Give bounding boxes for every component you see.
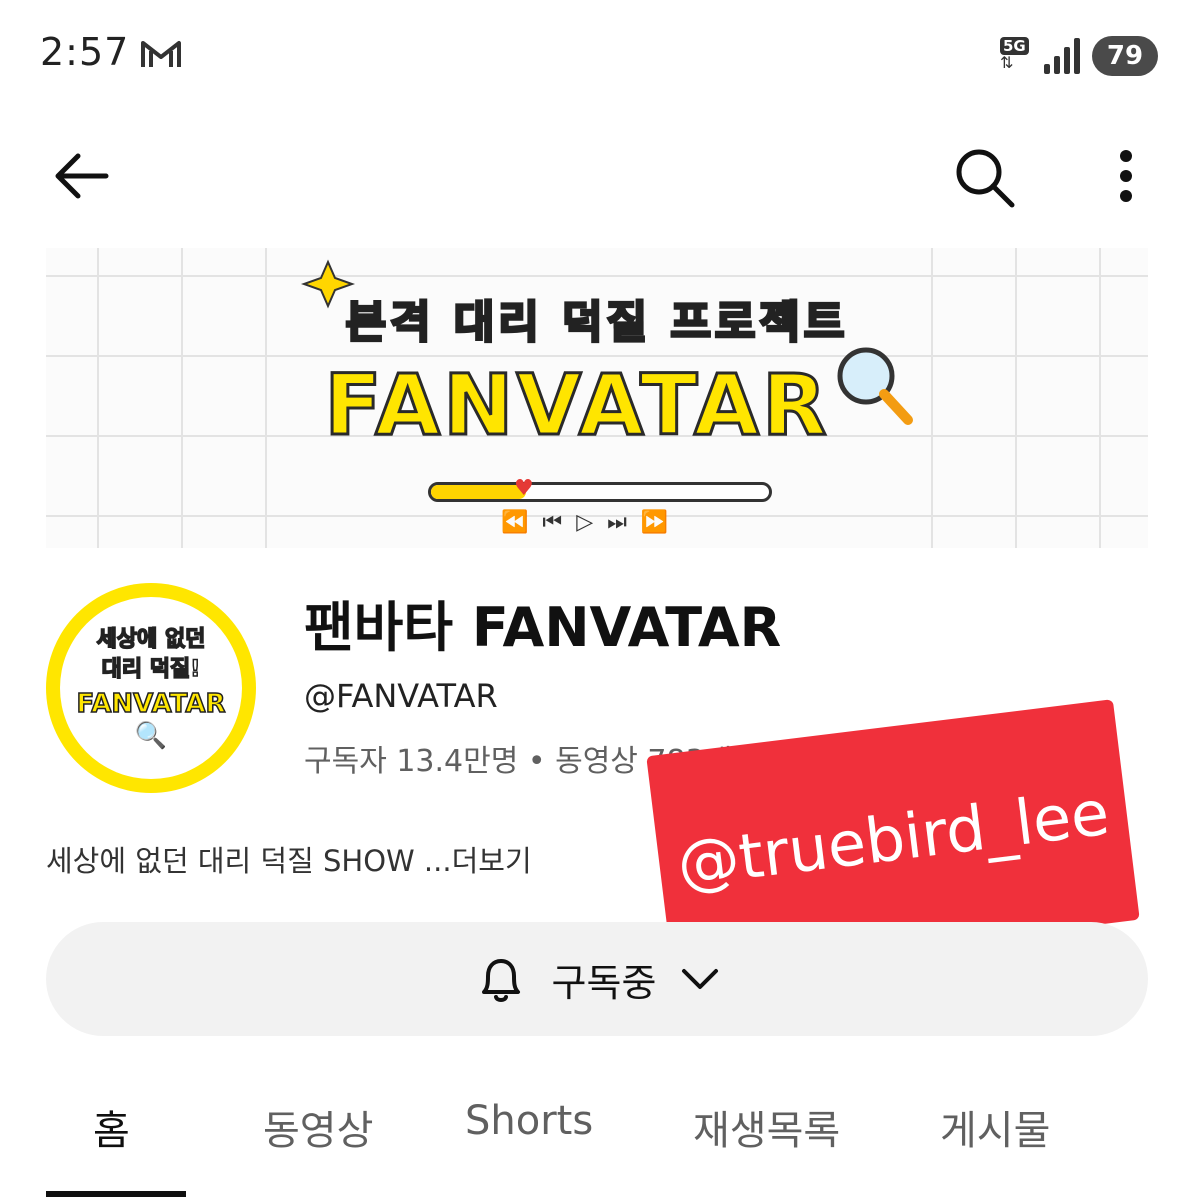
banner-title: FANVATAR (323, 355, 830, 456)
channel-banner: 본격 대리 덕질 프로젝트 FANVATAR ♥ ⏪⏮▷⏭⏩ (46, 248, 1148, 548)
subscribe-label: 구독중 (551, 960, 657, 1005)
avatar-line-1: 세상에 없던 (96, 626, 206, 653)
media-controls-icon: ⏪⏮▷⏭⏩ (501, 510, 683, 535)
active-tab-indicator (46, 1191, 186, 1197)
avatar-line-2: 대리 덕질! (101, 656, 201, 683)
subscribe-button[interactable]: 구독중 (46, 922, 1148, 1036)
search-icon[interactable] (952, 145, 1018, 211)
tab-posts[interactable]: 게시물 (940, 1098, 1050, 1156)
channel-name: 팬바타 FANVATAR (304, 596, 782, 659)
status-time: 2:57 (40, 30, 130, 74)
tab-home[interactable]: 홈 (93, 1098, 130, 1156)
tab-shorts[interactable]: Shorts (465, 1098, 593, 1144)
channel-avatar[interactable]: 세상에 없던 대리 덕질! FANVATAR 🔍 (46, 583, 256, 793)
tab-playlists[interactable]: 재생목록 (693, 1098, 840, 1156)
watermark-text: @truebird_lee (673, 775, 1113, 901)
heart-icon: ♥ (514, 476, 534, 501)
channel-description[interactable]: 세상에 없던 대리 덕질 SHOW ...더보기 (46, 838, 532, 880)
banner-progress-bar (428, 482, 772, 502)
battery-indicator: 79 (1092, 36, 1158, 76)
banner-progress-fill (431, 485, 526, 499)
avatar-brand: FANVATAR (76, 688, 226, 720)
magnifier-icon: 🔍 (134, 721, 168, 751)
chevron-down-icon (682, 969, 719, 989)
banner-subtitle: 본격 대리 덕질 프로젝트 (344, 296, 849, 350)
signal-icon (1044, 38, 1080, 74)
back-arrow-icon[interactable] (50, 145, 112, 207)
gmail-icon (141, 41, 181, 67)
more-vert-icon[interactable] (1112, 148, 1140, 204)
avatar-image: 세상에 없던 대리 덕질! FANVATAR 🔍 (60, 597, 242, 779)
bell-icon (481, 959, 520, 1002)
channel-handle: @FANVATAR (304, 677, 498, 715)
tab-videos[interactable]: 동영상 (263, 1098, 373, 1156)
network-5g-icon: 5G ⇅ (1000, 36, 1038, 76)
